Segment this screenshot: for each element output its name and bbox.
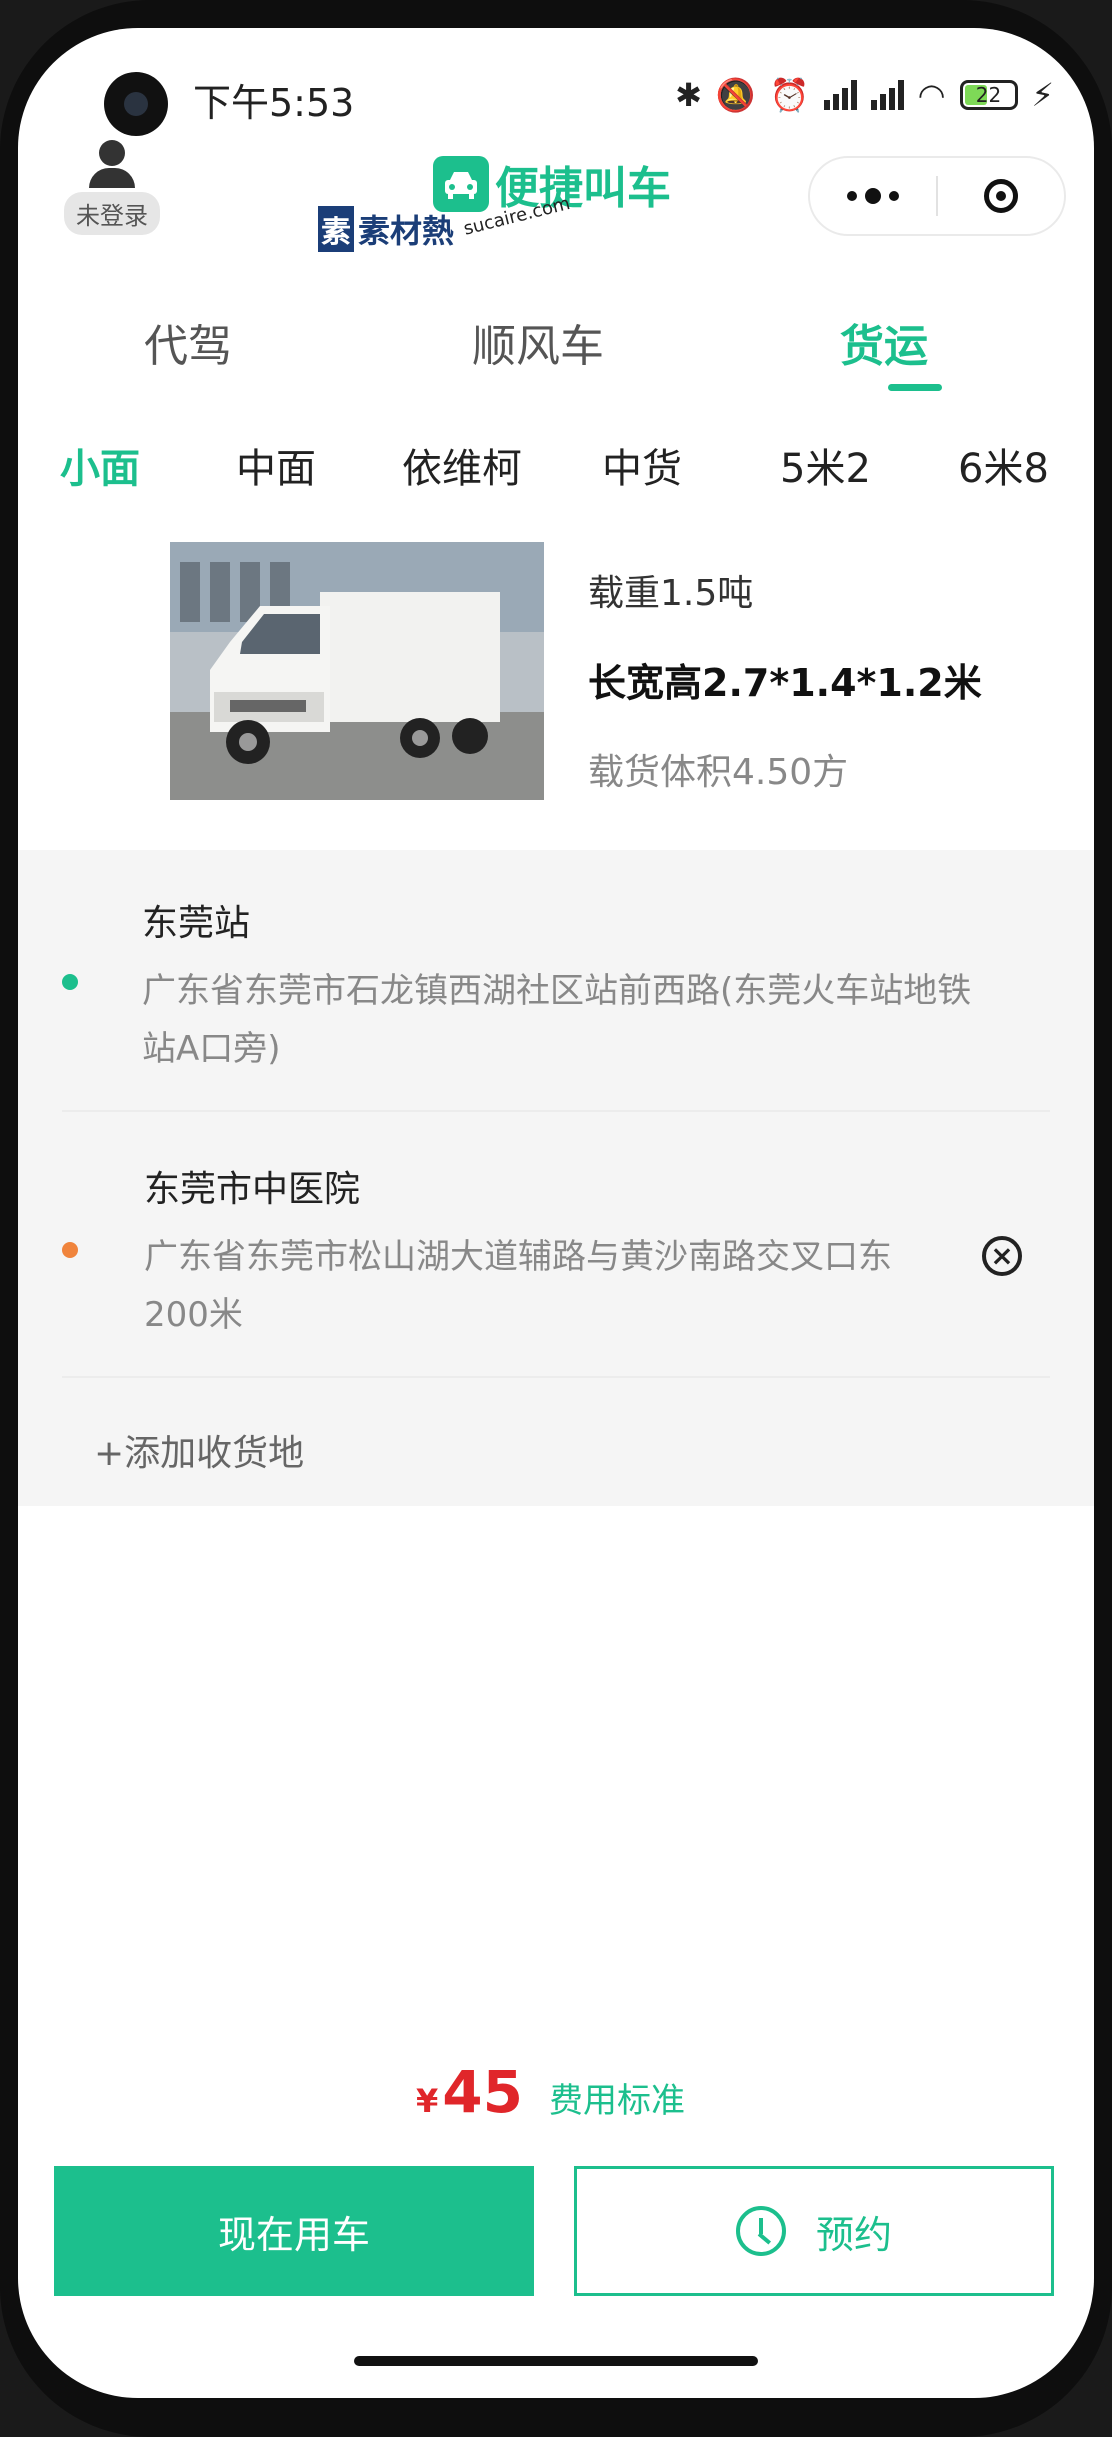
alarm-icon: ⏰ — [769, 76, 810, 114]
close-miniprogram-icon[interactable] — [938, 179, 1064, 213]
fare-currency: ¥ — [416, 2082, 439, 2120]
avatar-body — [89, 168, 135, 188]
vehicle-dimensions: 长宽高2.7*1.4*1.2米 — [588, 661, 982, 705]
status-time: 下午5:53 — [193, 81, 355, 125]
wifi-icon: ◠ — [917, 76, 946, 114]
more-icon[interactable] — [810, 188, 936, 204]
battery-icon: 22 — [959, 80, 1018, 110]
destination-divider — [62, 1376, 1050, 1378]
tab-freight[interactable]: 货运 — [840, 310, 928, 374]
signal-icon — [823, 80, 857, 110]
vehicle-type-mid-truck[interactable]: 中货 — [602, 436, 682, 494]
signal-icon-2 — [870, 80, 904, 110]
vehicle-type-5m2[interactable]: 5米2 — [780, 436, 871, 494]
remove-destination-icon[interactable]: × — [982, 1236, 1022, 1276]
vehicle-type-mid-van[interactable]: 中面 — [236, 436, 316, 494]
fare-summary: ¥ 45 费用标准 — [416, 2058, 685, 2126]
tab-designated-driver[interactable]: 代驾 — [144, 310, 232, 374]
origin-dot — [62, 974, 78, 990]
app-screen: 下午5:53 ✱ 🔕 ⏰ ◠ 22 ⚡ 未登录 便捷叫车 素 素材熱 sucai… — [18, 28, 1094, 2398]
vehicle-type-6m8[interactable]: 6米8 — [958, 436, 1049, 494]
tab-carpool[interactable]: 顺风车 — [472, 310, 604, 374]
add-destination-link[interactable]: +添加收货地 — [94, 1424, 304, 1476]
car-icon — [433, 156, 489, 212]
vehicle-type-small-van[interactable]: 小面 — [60, 436, 140, 494]
fare-standard-link[interactable]: 费用标准 — [549, 2073, 685, 2122]
vehicle-load: 载重1.5吨 — [588, 573, 754, 614]
active-tab-indicator — [888, 384, 942, 391]
origin-name: 东莞站 — [142, 903, 251, 944]
origin-divider — [62, 1110, 1050, 1112]
front-camera — [104, 72, 168, 136]
destination-detail: 广东省东莞市松山湖大道辅路与黄沙南路交叉口东200米 — [144, 1237, 892, 1335]
vehicle-type-iveco[interactable]: 依维柯 — [402, 436, 522, 494]
destination-dot — [62, 1242, 78, 1258]
vehicle-photo — [170, 542, 544, 800]
book-label: 预约 — [815, 2212, 892, 2257]
destination-name: 东莞市中医院 — [144, 1169, 361, 1210]
mute-bell-icon: 🔕 — [715, 76, 756, 114]
vehicle-volume: 载货体积4.50方 — [588, 752, 849, 793]
book-button[interactable]: 预约 — [574, 2166, 1054, 2296]
fare-amount: 45 — [442, 2058, 523, 2126]
avatar-head — [99, 140, 125, 166]
watermark: 素 素材熱 sucaire.com — [318, 192, 573, 252]
watermark-logo: 素 — [318, 206, 354, 252]
clock-icon — [735, 2206, 786, 2256]
use-car-now-button[interactable]: 现在用车 — [54, 2166, 534, 2296]
login-avatar[interactable]: 未登录 — [62, 140, 162, 235]
miniprogram-capsule — [808, 156, 1066, 236]
charging-icon: ⚡ — [1031, 76, 1054, 114]
login-label[interactable]: 未登录 — [64, 192, 160, 235]
watermark-text: 素材熱 — [358, 212, 455, 250]
origin-detail: 广东省东莞市石龙镇西湖社区站前西路(东莞火车站地铁站A口旁) — [142, 971, 972, 1069]
home-indicator[interactable] — [354, 2356, 758, 2366]
status-icons: ✱ 🔕 ⏰ ◠ 22 ⚡ — [675, 76, 1054, 114]
vehicle-info: 载重1.5吨 长宽高2.7*1.4*1.2米 载货体积4.50方 — [588, 564, 982, 795]
bluetooth-icon: ✱ — [675, 76, 702, 114]
